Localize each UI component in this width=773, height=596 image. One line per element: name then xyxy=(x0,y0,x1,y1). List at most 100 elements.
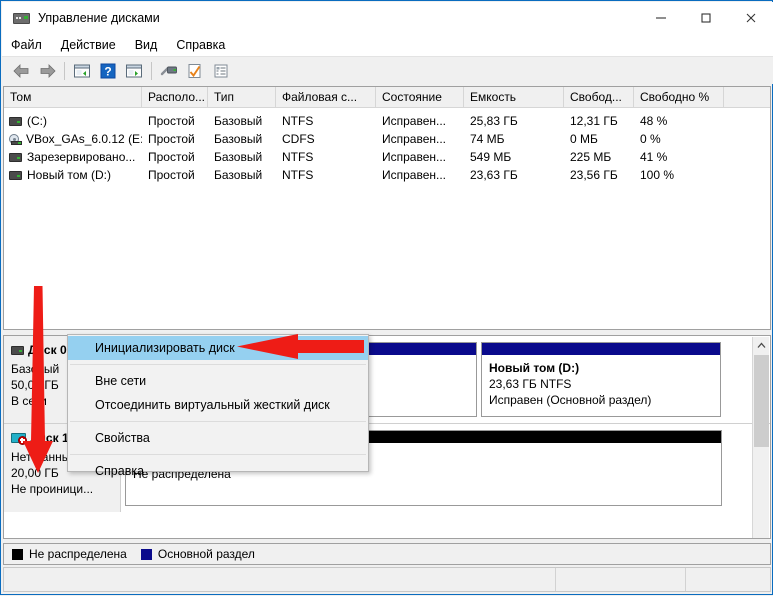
window-title: Управление дисками xyxy=(38,11,160,25)
cell-filesystem: NTFS xyxy=(276,168,376,182)
cell-type: Базовый xyxy=(208,150,276,164)
cell-layout: Простой xyxy=(142,150,208,164)
disk-1-name: Диск 1 xyxy=(30,431,69,445)
cell-free-space: 225 МБ xyxy=(564,150,634,164)
cell-capacity: 23,63 ГБ xyxy=(464,168,564,182)
cell-status: Исправен... xyxy=(376,150,464,164)
uninitialized-disk-icon xyxy=(11,432,26,444)
properties-check-icon[interactable] xyxy=(182,59,208,83)
status-bar xyxy=(3,567,771,592)
partition-d-title: Новый том (D:) xyxy=(489,360,714,376)
cell-volume: Новый том (D:) xyxy=(27,168,111,182)
volume-list-panel: Том Располо... Тип Файловая с... Состоян… xyxy=(3,86,771,330)
hard-disk-icon xyxy=(9,171,22,180)
legend-swatch-unallocated xyxy=(12,549,23,560)
help-icon[interactable]: ? xyxy=(95,59,121,83)
cell-filesystem: NTFS xyxy=(276,114,376,128)
partition-d-size-fs: 23,63 ГБ NTFS xyxy=(489,376,714,392)
disk-1-state: Не проиници... xyxy=(11,481,120,497)
column-header-extra[interactable] xyxy=(724,87,770,107)
show-action-pane-icon[interactable] xyxy=(121,59,147,83)
context-menu-item-properties[interactable]: Свойства xyxy=(68,426,368,450)
cell-layout: Простой xyxy=(142,114,208,128)
scrollbar-thumb[interactable] xyxy=(754,355,769,447)
column-header-free-percent[interactable]: Свободно % xyxy=(634,87,724,107)
table-row[interactable]: VBox_GAs_6.0.12 (E:) Простой Базовый CDF… xyxy=(4,130,770,148)
window-controls xyxy=(638,2,773,34)
volume-list-header: Том Располо... Тип Файловая с... Состоян… xyxy=(4,87,770,108)
table-row[interactable]: Зарезервировано... Простой Базовый NTFS … xyxy=(4,148,770,166)
context-menu-separator-2 xyxy=(70,421,366,422)
cell-status: Исправен... xyxy=(376,168,464,182)
menu-item-view[interactable]: Вид xyxy=(135,38,158,52)
table-row[interactable]: Новый том (D:) Простой Базовый NTFS Испр… xyxy=(4,166,770,184)
cell-filesystem: CDFS xyxy=(276,132,376,146)
cell-free-space: 0 МБ xyxy=(564,132,634,146)
graphical-view-scrollbar[interactable] xyxy=(752,337,769,539)
cell-capacity: 25,83 ГБ xyxy=(464,114,564,128)
rescan-disks-icon[interactable] xyxy=(156,59,182,83)
cell-type: Базовый xyxy=(208,114,276,128)
context-menu-item-help[interactable]: Справка xyxy=(68,459,368,483)
menu-item-action[interactable]: Действие xyxy=(61,38,116,52)
partition-bar xyxy=(482,343,720,355)
toolbar-separator-2 xyxy=(151,62,152,80)
disk-management-icon xyxy=(13,11,30,25)
svg-text:?: ? xyxy=(104,64,111,78)
hard-disk-icon xyxy=(11,346,24,355)
legend-label-primary: Основной раздел xyxy=(158,547,255,561)
cell-filesystem: NTFS xyxy=(276,150,376,164)
context-menu-item-offline[interactable]: Вне сети xyxy=(68,369,368,393)
cell-capacity: 549 МБ xyxy=(464,150,564,164)
cd-drive-icon xyxy=(9,134,22,145)
column-header-type[interactable]: Тип xyxy=(208,87,276,107)
legend-label-unallocated: Не распределена xyxy=(29,547,127,561)
scroll-up-arrow-icon[interactable] xyxy=(753,337,769,354)
hard-disk-icon xyxy=(9,153,22,162)
column-header-free-space[interactable]: Свобод... xyxy=(564,87,634,107)
forward-icon[interactable] xyxy=(34,59,60,83)
close-button[interactable] xyxy=(728,2,773,34)
context-menu-item-detach-vhd[interactable]: Отсоединить виртуальный жесткий диск xyxy=(68,393,368,417)
partition-d-status: Исправен (Основной раздел) xyxy=(489,392,714,408)
minimize-button[interactable] xyxy=(638,2,683,34)
partition-d[interactable]: Новый том (D:) 23,63 ГБ NTFS Исправен (О… xyxy=(481,342,721,417)
cell-type: Базовый xyxy=(208,168,276,182)
menu-item-help[interactable]: Справка xyxy=(176,38,225,52)
cell-free-percent: 41 % xyxy=(634,150,724,164)
maximize-button[interactable] xyxy=(683,2,728,34)
legend-bar: Не распределена Основной раздел xyxy=(3,543,771,565)
column-header-filesystem[interactable]: Файловая с... xyxy=(276,87,376,107)
disk-context-menu: Инициализировать диск Вне сети Отсоедини… xyxy=(67,334,369,472)
menu-bar: Файл Действие Вид Справка xyxy=(2,34,773,56)
show-hide-tree-icon[interactable] xyxy=(69,59,95,83)
cell-free-space: 12,31 ГБ xyxy=(564,114,634,128)
disk-0-name: Диск 0 xyxy=(28,343,67,357)
toolbar-separator-1 xyxy=(64,62,65,80)
cell-layout: Простой xyxy=(142,168,208,182)
cell-volume: Зарезервировано... xyxy=(27,150,135,164)
table-row[interactable]: (C:) Простой Базовый NTFS Исправен... 25… xyxy=(4,112,770,130)
context-menu-separator-1 xyxy=(70,364,366,365)
context-menu-separator-3 xyxy=(70,454,366,455)
column-header-capacity[interactable]: Емкость xyxy=(464,87,564,107)
disk-management-window: Управление дисками Файл Действие Вид Спр… xyxy=(0,0,773,595)
cell-capacity: 74 МБ xyxy=(464,132,564,146)
column-header-layout[interactable]: Располо... xyxy=(142,87,208,107)
cell-layout: Простой xyxy=(142,132,208,146)
cell-status: Исправен... xyxy=(376,114,464,128)
back-icon[interactable] xyxy=(8,59,34,83)
cell-free-percent: 48 % xyxy=(634,114,724,128)
cell-volume: (C:) xyxy=(27,114,47,128)
cell-free-percent: 0 % xyxy=(634,132,724,146)
list-view-icon[interactable] xyxy=(208,59,234,83)
cell-free-space: 23,56 ГБ xyxy=(564,168,634,182)
status-segment-1 xyxy=(4,568,556,591)
context-menu-item-initialize-disk[interactable]: Инициализировать диск xyxy=(68,336,368,360)
column-header-volume[interactable]: Том xyxy=(4,87,142,107)
toolbar: ? xyxy=(2,56,773,84)
legend-swatch-primary xyxy=(141,549,152,560)
cell-volume: VBox_GAs_6.0.12 (E:) xyxy=(26,132,142,146)
menu-item-file[interactable]: Файл xyxy=(11,38,42,52)
column-header-status[interactable]: Состояние xyxy=(376,87,464,107)
